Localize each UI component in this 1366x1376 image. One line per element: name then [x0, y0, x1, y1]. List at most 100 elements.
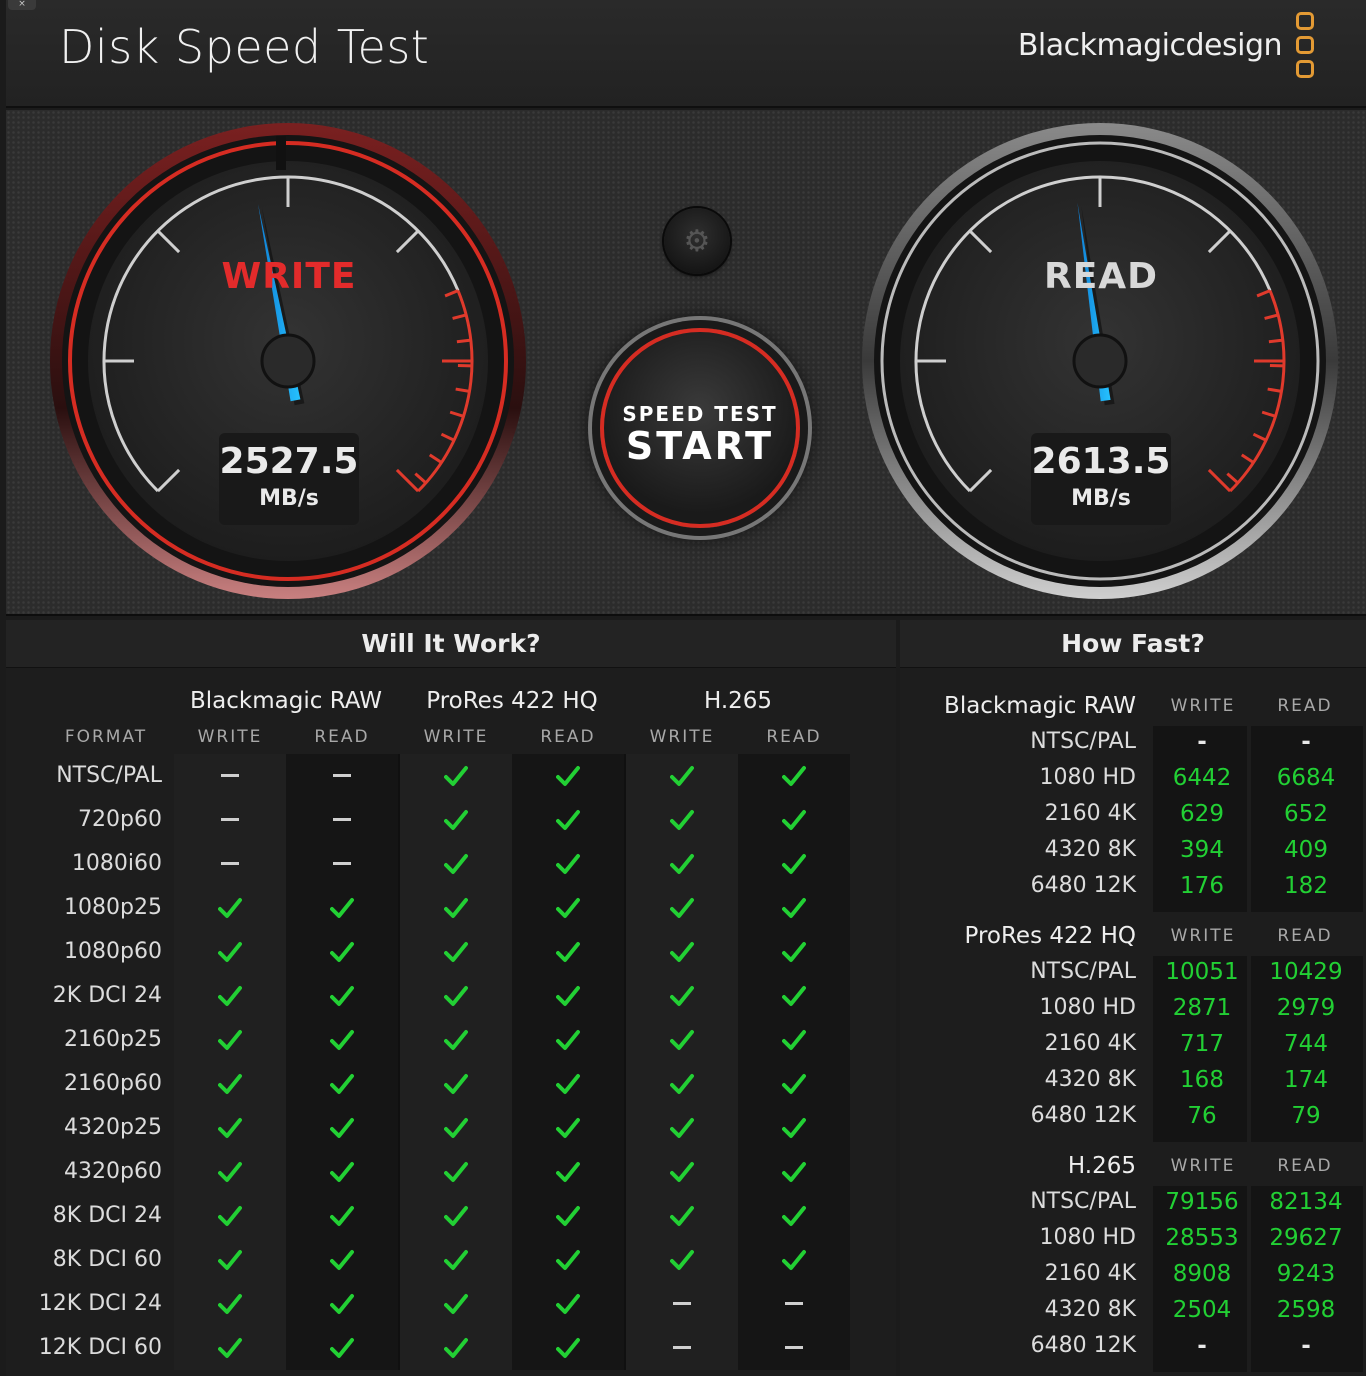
how-fast-read-value: 79 — [1291, 1103, 1321, 1129]
compatibility-cell — [286, 886, 398, 930]
how-fast-row-label: 1080 HD — [1039, 995, 1136, 1020]
how-fast-row-label: 2160 4K — [1044, 801, 1136, 826]
compatibility-cell — [286, 974, 398, 1018]
start-button-caption: SPEED TEST — [622, 402, 778, 426]
check-icon — [218, 1074, 242, 1094]
check-icon — [444, 1162, 468, 1182]
compatibility-cell — [512, 1238, 624, 1282]
compatibility-cell — [512, 1062, 624, 1106]
check-icon — [670, 986, 694, 1006]
how-fast-row-label: NTSC/PAL — [1030, 1189, 1136, 1214]
compatibility-cell — [174, 886, 286, 930]
how-fast-write-value: 79156 — [1165, 1189, 1239, 1215]
compatibility-cell — [626, 1018, 738, 1062]
speed-test-start-button[interactable]: SPEED TEST START — [600, 328, 800, 528]
write-gauge-top-marker — [276, 136, 286, 170]
format-row-label: 720p60 — [78, 807, 162, 832]
compatibility-cell — [512, 1018, 624, 1062]
app-title: Disk Speed Test — [59, 20, 430, 74]
how-fast-write-value: 2504 — [1172, 1297, 1232, 1323]
how-fast-row-label: 6480 12K — [1030, 1333, 1136, 1358]
format-column-header: FORMAT — [64, 727, 148, 747]
read-gauge-label: READ — [1043, 256, 1159, 297]
check-icon — [556, 810, 580, 830]
compatibility-cell — [626, 842, 738, 886]
how-fast-row-label: 6480 12K — [1030, 873, 1136, 898]
compatibility-cell — [400, 1106, 512, 1150]
how-fast-write-value: 6442 — [1172, 765, 1232, 791]
compatibility-cell — [626, 1238, 738, 1282]
check-icon — [218, 898, 242, 918]
how-fast-write-header: WRITE — [1170, 1156, 1236, 1176]
compatibility-cell — [286, 1282, 398, 1326]
how-fast-row-label: NTSC/PAL — [1030, 959, 1136, 984]
compatibility-cell — [738, 1238, 850, 1282]
check-icon — [444, 854, 468, 874]
how-fast-row-label: 6480 12K — [1030, 1103, 1136, 1128]
compatibility-cell — [400, 1018, 512, 1062]
compatibility-cell — [174, 930, 286, 974]
check-icon — [670, 810, 694, 830]
read-gauge-hub — [1072, 333, 1128, 389]
check-icon — [330, 1162, 354, 1182]
check-icon — [556, 1206, 580, 1226]
compatibility-cell — [174, 1282, 286, 1326]
check-icon — [782, 1030, 806, 1050]
check-icon — [782, 1118, 806, 1138]
column-separator — [624, 754, 626, 1370]
close-window-button[interactable]: × — [8, 0, 36, 10]
how-fast-write-value: 10051 — [1165, 959, 1239, 985]
check-icon — [444, 1250, 468, 1270]
start-button-label: START — [625, 424, 775, 468]
compatibility-cell — [626, 974, 738, 1018]
how-fast-row-label: 2160 4K — [1044, 1261, 1136, 1286]
check-icon — [330, 898, 354, 918]
check-icon — [556, 1030, 580, 1050]
check-icon — [782, 766, 806, 786]
compatibility-cell — [174, 974, 286, 1018]
how-fast-read-value: 744 — [1284, 1031, 1328, 1057]
check-icon — [670, 1250, 694, 1270]
how-fast-write-value: - — [1197, 1333, 1207, 1359]
how-fast-row-label: 1080 HD — [1039, 1225, 1136, 1250]
check-icon — [330, 1118, 354, 1138]
how-fast-read-header: READ — [1277, 1156, 1333, 1176]
check-icon — [556, 1250, 580, 1270]
compatibility-cell — [512, 974, 624, 1018]
how-fast-codec-title: ProRes 422 HQ — [964, 923, 1137, 949]
dash-icon — [221, 818, 239, 821]
compatibility-cell — [512, 886, 624, 930]
format-row-label: 1080p60 — [64, 939, 162, 964]
compatibility-cell — [174, 754, 286, 798]
compatibility-cell — [400, 1194, 512, 1238]
how-fast-row-label: 4320 8K — [1044, 1297, 1136, 1322]
format-row-label: 2160p25 — [64, 1027, 162, 1052]
dash-icon — [785, 1346, 803, 1349]
how-fast-read-value: 9243 — [1276, 1261, 1336, 1287]
check-icon — [556, 1118, 580, 1138]
compatibility-cell — [286, 1018, 398, 1062]
dash-icon — [673, 1346, 691, 1349]
check-icon — [444, 1294, 468, 1314]
compatibility-cell — [174, 1194, 286, 1238]
settings-button[interactable]: ⚙ — [664, 208, 730, 274]
check-icon — [670, 1162, 694, 1182]
check-icon — [782, 854, 806, 874]
check-icon — [670, 1118, 694, 1138]
check-icon — [782, 1206, 806, 1226]
how-fast-write-value: 176 — [1180, 873, 1224, 899]
check-icon — [330, 986, 354, 1006]
subcolumn-header: READ — [540, 727, 596, 747]
how-fast-write-value: 717 — [1180, 1031, 1224, 1057]
how-fast-write-value: 76 — [1187, 1103, 1217, 1129]
check-icon — [330, 1074, 354, 1094]
compatibility-cell — [174, 842, 286, 886]
check-icon — [670, 1206, 694, 1226]
format-row-label: 12K DCI 24 — [38, 1291, 162, 1316]
dash-icon — [221, 862, 239, 865]
check-icon — [218, 1206, 242, 1226]
how-fast-write-value: 8908 — [1172, 1261, 1232, 1287]
compatibility-cell — [400, 886, 512, 930]
how-fast-write-header: WRITE — [1170, 696, 1236, 716]
how-fast-read-value: 29627 — [1269, 1225, 1343, 1251]
